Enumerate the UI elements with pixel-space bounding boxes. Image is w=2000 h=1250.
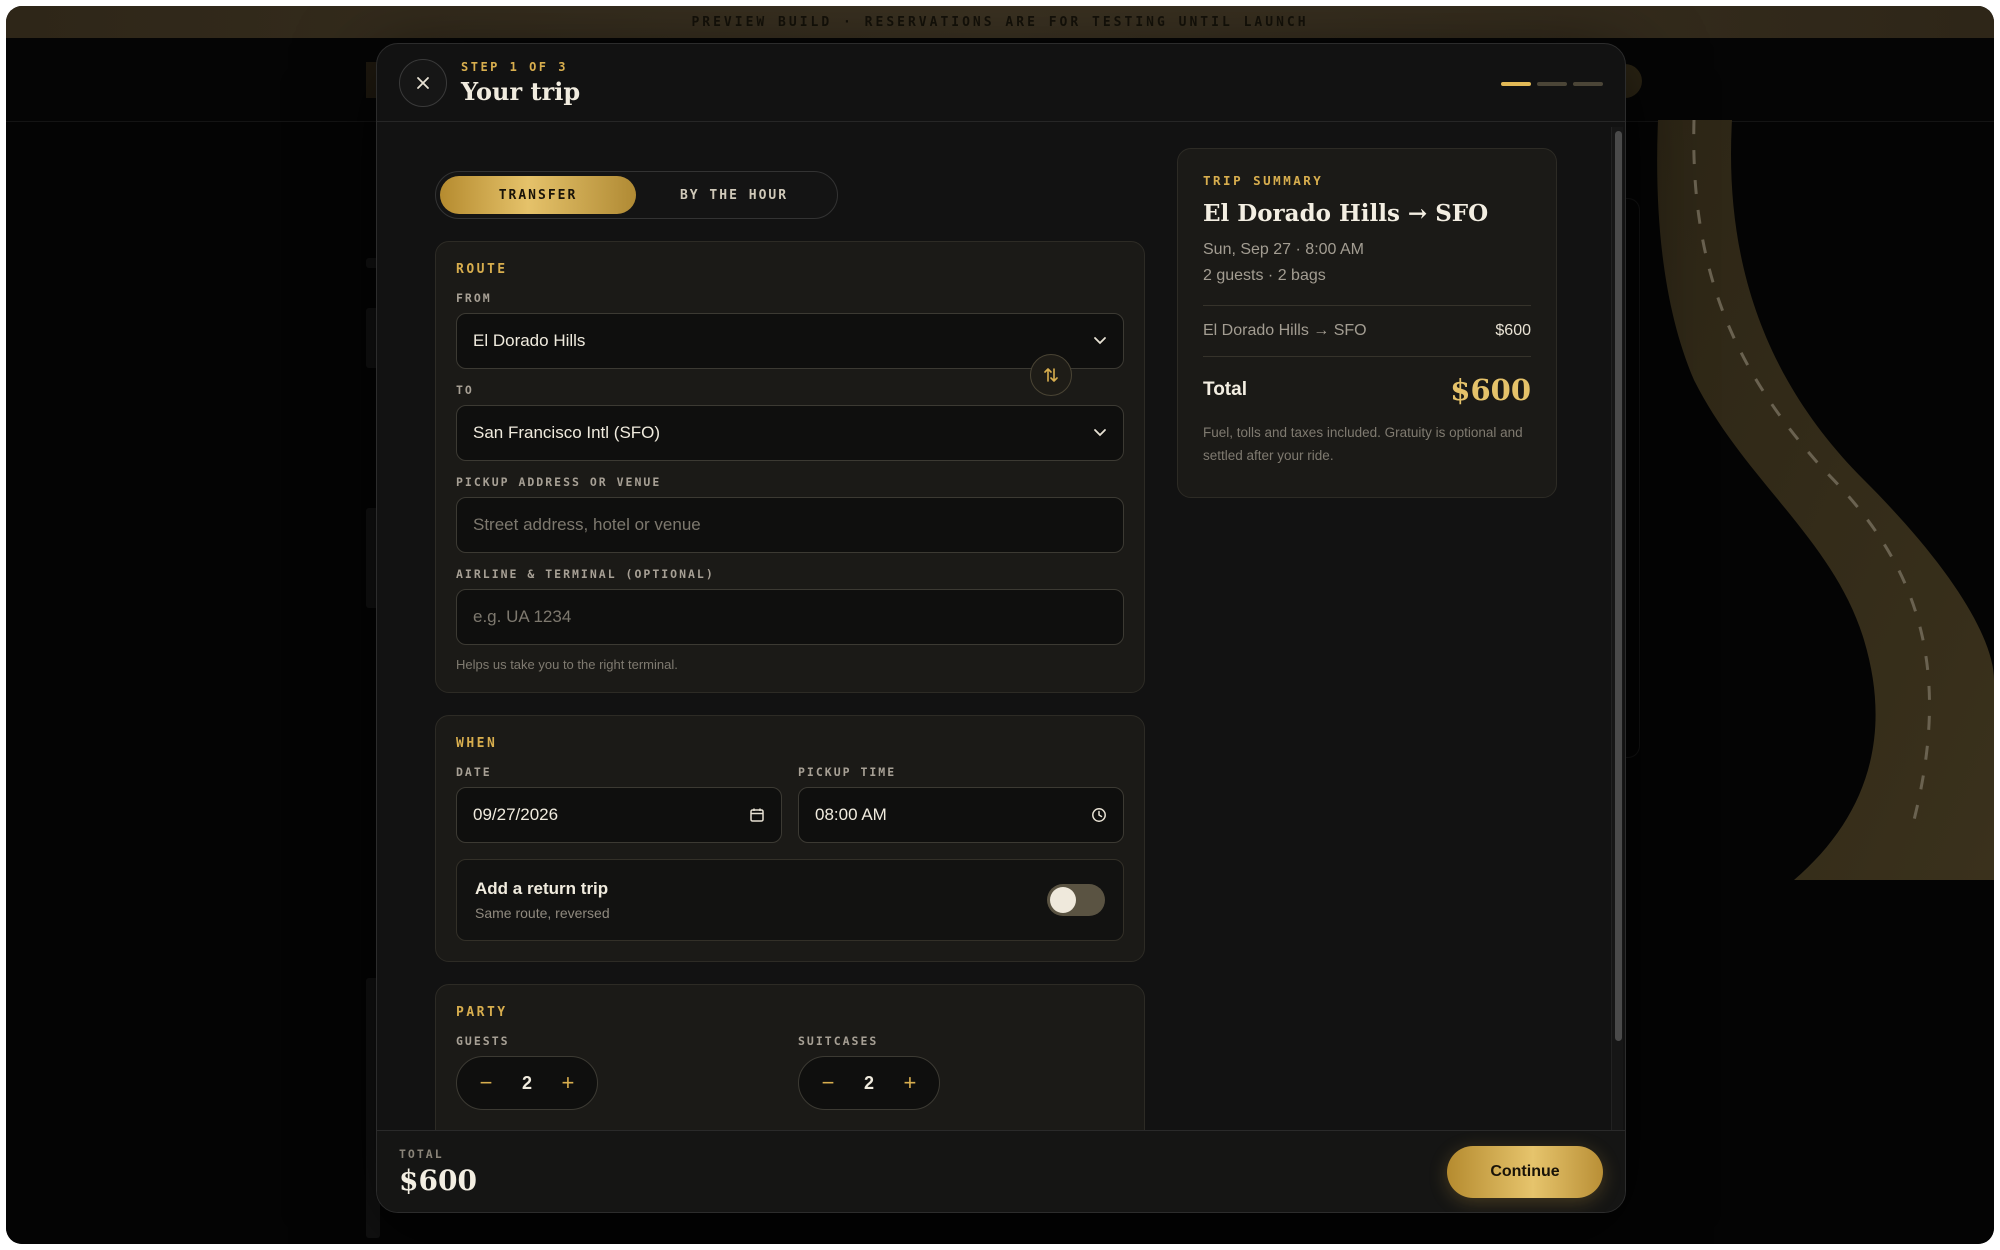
party-row: GUESTS − 2 + SUITCASES − 2 + <box>456 1020 1124 1110</box>
mode-by-the-hour-option[interactable]: BY THE HOUR <box>636 176 832 214</box>
summary-divider <box>1203 356 1531 357</box>
guests-decrement-button[interactable]: − <box>473 1070 499 1096</box>
suitcases-increment-button[interactable]: + <box>897 1070 923 1096</box>
chevron-down-icon <box>1094 429 1106 437</box>
pickup-time-value: 08:00 AM <box>815 805 887 824</box>
from-select[interactable]: El Dorado Hills <box>456 313 1124 369</box>
summary-note: Fuel, tolls and taxes included. Gratuity… <box>1203 425 1523 463</box>
trip-form: TRANSFER BY THE HOUR ROUTE FROM El Dorad… <box>435 123 1145 1130</box>
date-group: DATE 09/27/2026 <box>456 751 782 843</box>
line-item-label: El Dorado Hills → SFO <box>1203 322 1367 339</box>
summary-total-row: Total $600 <box>1203 373 1531 407</box>
mode-transfer-option[interactable]: TRANSFER <box>440 176 636 214</box>
summary-meta: Sun, Sep 27 · 8:00 AM 2 guests · 2 bags <box>1203 237 1531 289</box>
booking-modal: STEP 1 OF 3 Your trip TRANSFER BY THE HO… <box>376 43 1626 1213</box>
pickup-address-input[interactable]: Street address, hotel or venue <box>456 497 1124 553</box>
guests-group: GUESTS − 2 + <box>456 1020 782 1110</box>
airline-helper-text: Helps us take you to the right terminal. <box>456 657 678 672</box>
route-section-title: ROUTE <box>456 262 508 277</box>
date-value: 09/27/2026 <box>473 805 559 824</box>
suitcases-group: SUITCASES − 2 + <box>798 1020 1124 1110</box>
summary-label: TRIP SUMMARY <box>1203 173 1324 188</box>
suitcases-decrement-button[interactable]: − <box>815 1070 841 1096</box>
date-label: DATE <box>456 765 492 779</box>
modal-header: STEP 1 OF 3 Your trip <box>377 44 1625 122</box>
from-label: FROM <box>456 291 492 305</box>
preview-banner: PREVIEW BUILD · RESERVATIONS ARE FOR TES… <box>6 6 1994 38</box>
progress-step-1 <box>1501 82 1531 86</box>
summary-total-value: $600 <box>1450 373 1531 407</box>
summary-party: 2 guests · 2 bags <box>1203 267 1326 284</box>
footer-total-value: $600 <box>399 1163 477 1197</box>
progress-step-3 <box>1573 82 1603 86</box>
header-titles: STEP 1 OF 3 Your trip <box>461 60 580 106</box>
summary-line-item: El Dorado Hills → SFO $600 <box>1203 322 1531 340</box>
when-card: WHEN DATE 09/27/2026 PICKUP TIME 08:00 A… <box>435 715 1145 962</box>
when-section-title: WHEN <box>456 736 498 751</box>
return-trip-title: Add a return trip <box>475 879 609 898</box>
background-road-illustration <box>1657 120 1994 880</box>
modal-footer: TOTAL $600 Continue <box>377 1130 1625 1212</box>
calendar-icon[interactable] <box>749 807 765 823</box>
footer-total-label: TOTAL <box>399 1146 444 1161</box>
party-section-title: PARTY <box>456 1005 508 1020</box>
summary-divider <box>1203 305 1531 306</box>
step-label: STEP 1 OF 3 <box>461 59 568 74</box>
to-label: TO <box>456 383 474 397</box>
return-trip-subtitle: Same route, reversed <box>475 905 610 921</box>
browser-frame: PREVIEW BUILD · RESERVATIONS ARE FOR TES… <box>6 6 1994 1244</box>
suitcases-value: 2 <box>863 1072 874 1093</box>
from-value: El Dorado Hills <box>473 331 586 350</box>
date-input[interactable]: 09/27/2026 <box>456 787 782 843</box>
modal-body: TRANSFER BY THE HOUR ROUTE FROM El Dorad… <box>377 123 1625 1130</box>
footer-total: TOTAL $600 <box>399 1147 477 1197</box>
swap-icon <box>1044 368 1058 382</box>
time-group: PICKUP TIME 08:00 AM <box>798 751 1124 843</box>
airline-terminal-input[interactable]: e.g. UA 1234 <box>456 589 1124 645</box>
summary-route: El Dorado Hills → SFO <box>1203 200 1489 227</box>
line-item-amount: $600 <box>1495 322 1531 339</box>
close-icon <box>417 76 429 89</box>
summary-datetime: Sun, Sep 27 · 8:00 AM <box>1203 241 1364 258</box>
return-trip-text: Add a return trip Same route, reversed <box>475 879 610 921</box>
clock-icon[interactable] <box>1091 807 1107 823</box>
pickup-time-input[interactable]: 08:00 AM <box>798 787 1124 843</box>
pickup-label: PICKUP ADDRESS OR VENUE <box>456 475 662 489</box>
summary-total-label: Total <box>1203 379 1247 400</box>
to-value: San Francisco Intl (SFO) <box>473 423 661 442</box>
mode-toggle: TRANSFER BY THE HOUR <box>435 171 838 219</box>
date-time-row: DATE 09/27/2026 PICKUP TIME 08:00 AM <box>456 751 1124 843</box>
guests-label: GUESTS <box>456 1034 510 1048</box>
progress-step-2 <box>1537 82 1567 86</box>
toggle-knob <box>1050 887 1076 913</box>
to-select[interactable]: San Francisco Intl (SFO) <box>456 405 1124 461</box>
modal-title: Your trip <box>461 76 581 106</box>
suitcases-label: SUITCASES <box>798 1034 879 1048</box>
chevron-down-icon <box>1094 337 1106 345</box>
swap-route-button[interactable] <box>1030 354 1072 396</box>
return-trip-toggle[interactable] <box>1047 884 1105 916</box>
scrollbar-thumb[interactable] <box>1615 131 1622 1041</box>
pickup-time-label: PICKUP TIME <box>798 765 897 779</box>
guests-stepper: − 2 + <box>456 1056 598 1110</box>
guests-value: 2 <box>521 1072 532 1093</box>
route-card: ROUTE FROM El Dorado Hills TO San Franci… <box>435 241 1145 693</box>
guests-increment-button[interactable]: + <box>555 1070 581 1096</box>
return-trip-row: Add a return trip Same route, reversed <box>456 859 1124 941</box>
modal-scrollbar[interactable] <box>1611 127 1623 1130</box>
suitcases-stepper: − 2 + <box>798 1056 940 1110</box>
close-button[interactable] <box>399 58 447 107</box>
airline-label: AIRLINE & TERMINAL (OPTIONAL) <box>456 567 715 581</box>
step-progress <box>1501 82 1603 86</box>
trip-summary-card: TRIP SUMMARY El Dorado Hills → SFO Sun, … <box>1177 148 1557 498</box>
party-card: PARTY GUESTS − 2 + SUITCASES − 2 + <box>435 984 1145 1130</box>
continue-button[interactable]: Continue <box>1447 1145 1603 1198</box>
